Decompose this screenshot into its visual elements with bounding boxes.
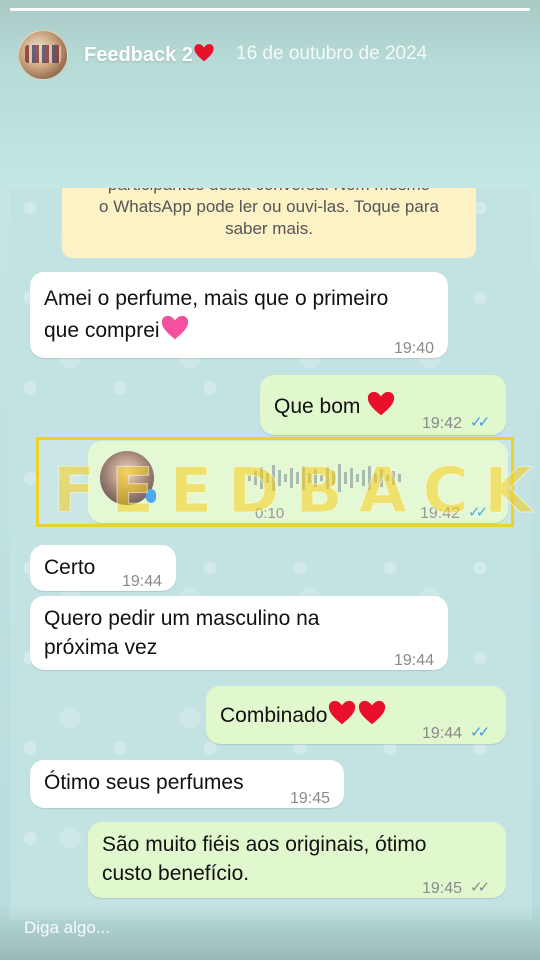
message-outgoing[interactable]: São muito fiéis aos originais, ótimo cus… [88, 822, 506, 898]
message-time: 19:44 [122, 573, 163, 590]
story-date: 16 de outubro de 2024 [236, 43, 428, 64]
encryption-notice-line: o WhatsApp pode ler ou ouvi-las. Toque p… [99, 197, 439, 216]
watermark-text: FEEDBACK [52, 454, 540, 528]
message-text: São muito fiéis aos originais, ótimo cus… [102, 830, 427, 888]
message-text: Ótimo seus perfumes [44, 771, 244, 794]
message-text: Combinado [220, 698, 387, 730]
encryption-notice-line: participantes desta conversa. Nem mesmo [62, 188, 476, 196]
message-text-line: São muito fiéis aos originais, ótimo [102, 833, 427, 856]
story-reply-bar: Diga algo... [0, 904, 540, 960]
story-progress-fill [10, 8, 530, 11]
message-incoming[interactable]: Amei o perfume, mais que o primeiro que … [30, 272, 448, 358]
message-text-line: Quero pedir um masculino na [44, 607, 320, 630]
message-text-line: próxima vez [44, 636, 158, 659]
message-text-line: que comprei [44, 319, 160, 342]
story-progress-bar [10, 8, 530, 11]
double-check-icon: ✓✓ [470, 724, 490, 741]
message-text-content: Combinado [220, 704, 328, 727]
message-text-line: Amei o perfume, mais que o primeiro [44, 287, 389, 310]
story-title[interactable]: Feedback 2 [84, 42, 215, 67]
message-incoming[interactable]: Ótimo seus perfumes 19:45 [30, 760, 344, 808]
red-heart-emoji-icon [366, 389, 396, 419]
message-text-content: Que bom [274, 395, 361, 418]
story-header: Feedback 2 16 de outubro de 2024 [0, 0, 540, 110]
message-outgoing[interactable]: Que bom 19:42 ✓✓ [260, 375, 506, 435]
pink-heart-emoji-icon [160, 313, 190, 343]
profile-avatar[interactable] [18, 30, 68, 80]
message-text: Certo [44, 556, 96, 579]
message-time: 19:40 [394, 340, 435, 357]
message-incoming[interactable]: Certo 19:44 [30, 545, 176, 591]
chat-screenshot: participantes desta conversa. Nem mesmo … [10, 188, 532, 920]
red-heart-emoji-icon [327, 698, 357, 728]
message-text: Amei o perfume, mais que o primeiro que … [44, 284, 388, 345]
double-check-icon: ✓✓ [470, 414, 490, 431]
message-text-line: custo benefício. [102, 862, 250, 885]
message-time: 19:44 [394, 652, 435, 669]
message-outgoing[interactable]: Combinado 19:44 ✓✓ [206, 686, 506, 744]
red-heart-emoji-icon [193, 42, 215, 64]
feedback-watermark: FEEDBACK [36, 437, 533, 528]
encryption-notice-line: saber mais. [225, 219, 313, 238]
double-check-icon: ✓✓ [470, 879, 490, 896]
message-incoming[interactable]: Quero pedir um masculino na próxima vez … [30, 596, 448, 670]
message-time: 19:45 [290, 790, 331, 807]
message-time: 19:45 [422, 880, 463, 897]
message-text: Que bom [274, 389, 396, 421]
encryption-notice[interactable]: participantes desta conversa. Nem mesmo … [62, 188, 476, 258]
story-title-text: Feedback 2 [84, 44, 193, 66]
reply-input[interactable]: Diga algo... [24, 918, 110, 938]
message-time: 19:44 [422, 725, 463, 742]
red-heart-emoji-icon [357, 698, 387, 728]
message-text: Quero pedir um masculino na próxima vez [44, 604, 319, 662]
message-time: 19:42 [422, 415, 463, 432]
